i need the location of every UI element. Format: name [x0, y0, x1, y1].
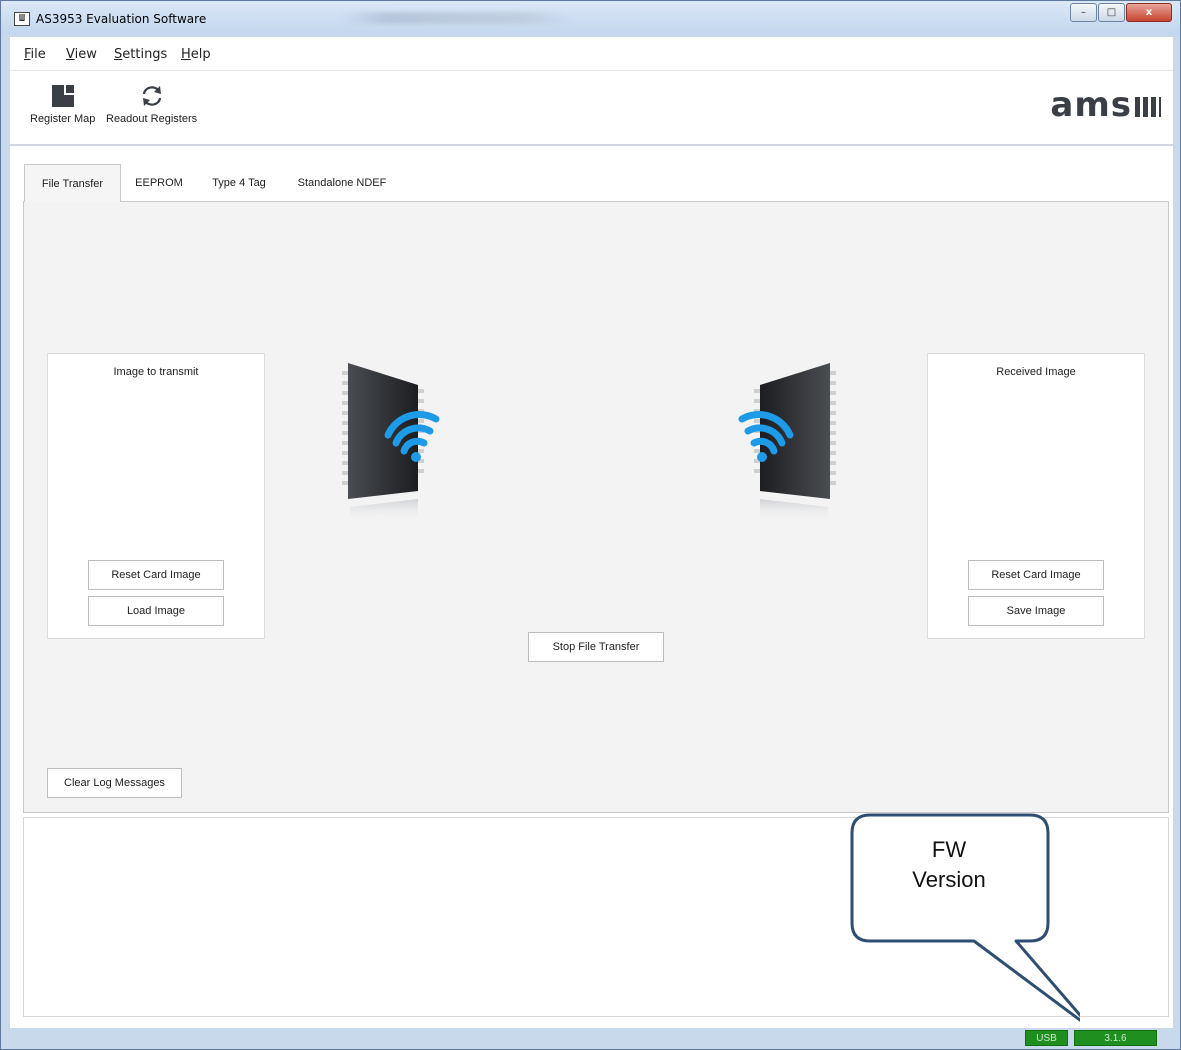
blurred-background-title: [341, 12, 571, 24]
callout-line-1: FW: [931, 837, 967, 862]
register-map-label: Register Map: [30, 113, 96, 125]
usb-status-indicator: USB: [1025, 1030, 1068, 1046]
logo-text: ams: [1050, 85, 1132, 125]
menu-view[interactable]: View: [66, 47, 97, 62]
menu-file[interactable]: File: [24, 47, 46, 62]
ams-logo: ams: [1050, 85, 1161, 125]
readout-registers-button[interactable]: Readout Registers: [106, 83, 197, 125]
ams-icon: Ш: [14, 12, 30, 26]
reset-card-image-button-left[interactable]: Reset Card Image: [88, 560, 224, 590]
tab-eeprom[interactable]: EEPROM: [124, 164, 194, 202]
toolbar: Register Map Readout Registers ams: [10, 71, 1173, 145]
transmitter-chip-icon: [342, 363, 440, 521]
menu-bar: File View Settings Help: [10, 37, 1173, 71]
tab-type-4-tag[interactable]: Type 4 Tag: [200, 164, 278, 202]
refresh-icon: [142, 86, 161, 106]
menu-help[interactable]: Help: [181, 47, 211, 62]
maximize-button[interactable]: □: [1098, 3, 1125, 22]
load-image-button[interactable]: Load Image: [88, 596, 224, 626]
fw-version-indicator: 3.1.6: [1074, 1030, 1157, 1046]
received-image-panel: Received Image Reset Card Image Save Ima…: [927, 353, 1145, 639]
menu-settings[interactable]: Settings: [114, 47, 167, 62]
minimize-button[interactable]: –: [1070, 3, 1097, 22]
file-transfer-panel: Image to transmit Reset Card Image Load …: [23, 201, 1169, 813]
transmit-panel-title: Image to transmit: [113, 366, 199, 378]
register-map-button[interactable]: Register Map: [30, 83, 95, 125]
title-bar[interactable]: Ш AS3953 Evaluation Software – □ x: [1, 1, 1180, 35]
logo-bars-icon: [1135, 97, 1161, 117]
received-panel-title: Received Image: [996, 366, 1076, 378]
save-image-button[interactable]: Save Image: [968, 596, 1104, 626]
callout-label: FW Version: [851, 835, 1047, 895]
close-button[interactable]: x: [1126, 3, 1172, 22]
clear-log-messages-button[interactable]: Clear Log Messages: [47, 768, 182, 798]
tab-standalone-ndef[interactable]: Standalone NDEF: [284, 164, 400, 202]
stop-file-transfer-button[interactable]: Stop File Transfer: [528, 632, 664, 662]
readout-registers-label: Readout Registers: [106, 113, 198, 125]
callout-line-2: Version: [912, 867, 986, 892]
window-controls: – □ x: [1069, 3, 1172, 22]
transmit-image-panel: Image to transmit Reset Card Image Load …: [47, 353, 265, 639]
tab-file-transfer[interactable]: File Transfer: [24, 164, 121, 202]
window-title: AS3953 Evaluation Software: [36, 12, 207, 26]
register-map-icon: [51, 85, 74, 107]
reset-card-image-button-right[interactable]: Reset Card Image: [968, 560, 1104, 590]
receiver-chip-icon: [738, 363, 836, 521]
content-area: File Transfer EEPROM Type 4 Tag Standalo…: [10, 146, 1173, 1028]
